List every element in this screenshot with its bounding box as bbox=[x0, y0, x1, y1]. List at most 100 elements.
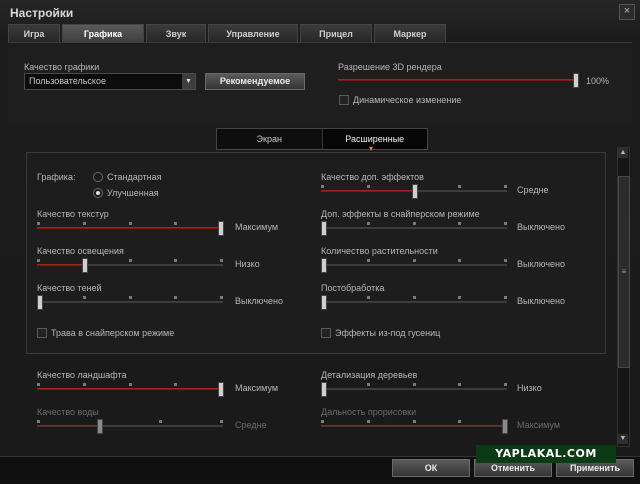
slider-handle[interactable] bbox=[97, 419, 103, 434]
scroll-up-icon[interactable]: ▲ bbox=[618, 148, 628, 158]
terrain-quality-value: Максимум bbox=[235, 383, 279, 393]
tab-sight[interactable]: Прицел bbox=[300, 24, 372, 43]
slider-tick bbox=[504, 222, 507, 225]
render-resolution-value: 100% bbox=[586, 76, 610, 86]
vegetation-amount-label: Количество растительности bbox=[321, 246, 438, 256]
shadow-quality-value: Выключено bbox=[235, 296, 283, 306]
slider-tick bbox=[458, 222, 461, 225]
slider-tick bbox=[458, 259, 461, 262]
recommended-button[interactable]: Рекомендуемое bbox=[205, 73, 305, 90]
lighting-quality-value: Низко bbox=[235, 259, 260, 269]
radio-standard[interactable] bbox=[93, 172, 103, 182]
lighting-quality-label: Качество освещения bbox=[37, 246, 124, 256]
tab-sound[interactable]: Звук bbox=[146, 24, 206, 43]
slider-tick bbox=[129, 259, 132, 262]
slider-tick bbox=[129, 296, 132, 299]
water-quality-label: Качество воды bbox=[37, 407, 99, 417]
slider-handle[interactable] bbox=[573, 73, 579, 88]
tree-detail-slider[interactable] bbox=[321, 382, 507, 397]
slider-tick bbox=[367, 259, 370, 262]
slider-handle[interactable] bbox=[321, 382, 327, 397]
vegetation-amount-slider[interactable] bbox=[321, 258, 507, 273]
slider-tick bbox=[413, 222, 416, 225]
slider-handle[interactable] bbox=[218, 382, 224, 397]
tree-detail-value: Низко bbox=[517, 383, 542, 393]
draw-distance-value: Максимум bbox=[517, 420, 561, 430]
close-button[interactable]: × bbox=[619, 4, 635, 20]
slider-tick bbox=[413, 259, 416, 262]
slider-handle[interactable] bbox=[412, 184, 418, 199]
radio-improved[interactable] bbox=[93, 188, 103, 198]
terrain-quality-label: Качество ландшафта bbox=[37, 370, 127, 380]
slider-tick bbox=[129, 383, 132, 386]
slider-tick bbox=[504, 259, 507, 262]
slider-tick bbox=[174, 259, 177, 262]
graphics-quality-label: Качество графики bbox=[24, 62, 100, 72]
slider-tick bbox=[174, 383, 177, 386]
slider-tick bbox=[83, 383, 86, 386]
terrain-quality-slider[interactable] bbox=[37, 382, 224, 397]
slider-handle[interactable] bbox=[37, 295, 43, 310]
slider-tick bbox=[367, 222, 370, 225]
slider-tick bbox=[458, 185, 461, 188]
subtab-screen[interactable]: Экран bbox=[217, 129, 322, 149]
graphics-quality-value: Пользовательское bbox=[29, 76, 106, 86]
postprocessing-slider[interactable] bbox=[321, 295, 507, 310]
slider-handle[interactable] bbox=[321, 295, 327, 310]
effects-quality-value: Средне bbox=[517, 185, 549, 195]
slider-tick bbox=[37, 383, 40, 386]
slider-handle[interactable] bbox=[502, 419, 508, 434]
slider-tick bbox=[413, 296, 416, 299]
sniper-effects-label: Доп. эффекты в снайперском режиме bbox=[321, 209, 480, 219]
dynamic-change-checkbox[interactable] bbox=[339, 95, 349, 105]
sniper-effects-slider[interactable] bbox=[321, 221, 507, 236]
slider-tick bbox=[458, 296, 461, 299]
slider-tick bbox=[413, 383, 416, 386]
slider-handle[interactable] bbox=[82, 258, 88, 273]
dynamic-change-label: Динамическое изменение bbox=[353, 95, 462, 105]
shadow-quality-label: Качество теней bbox=[37, 283, 102, 293]
scroll-down-icon[interactable]: ▼ bbox=[618, 434, 628, 444]
window-title: Настройки bbox=[10, 6, 74, 20]
tab-game[interactable]: Игра bbox=[8, 24, 60, 43]
slider-handle[interactable] bbox=[321, 221, 327, 236]
slider-tick bbox=[504, 185, 507, 188]
tab-graphics[interactable]: Графика bbox=[62, 24, 144, 43]
track-effects-checkbox[interactable] bbox=[321, 328, 331, 338]
tab-bar: Игра Графика Звук Управление Прицел Марк… bbox=[8, 24, 448, 43]
vegetation-amount-value: Выключено bbox=[517, 259, 565, 269]
tab-controls[interactable]: Управление bbox=[208, 24, 298, 43]
tab-marker[interactable]: Маркер bbox=[374, 24, 446, 43]
slider-tick bbox=[367, 185, 370, 188]
slider-tick bbox=[129, 222, 132, 225]
slider-tick bbox=[458, 420, 461, 423]
render-resolution-slider[interactable] bbox=[338, 73, 579, 88]
texture-quality-label: Качество текстур bbox=[37, 209, 109, 219]
ok-button[interactable]: ОК bbox=[392, 459, 470, 477]
slider-tick bbox=[367, 383, 370, 386]
texture-quality-slider[interactable] bbox=[37, 221, 224, 236]
draw-distance-slider[interactable] bbox=[321, 419, 508, 434]
slider-tick bbox=[220, 259, 223, 262]
chevron-down-icon: ▼ bbox=[182, 74, 195, 89]
scroll-thumb[interactable]: ≡ bbox=[618, 176, 630, 368]
lighting-quality-slider[interactable] bbox=[37, 258, 223, 273]
water-quality-slider[interactable] bbox=[37, 419, 223, 434]
effects-quality-slider[interactable] bbox=[321, 184, 507, 199]
effects-quality-label: Качество доп. эффектов bbox=[321, 172, 424, 182]
shadow-quality-slider[interactable] bbox=[37, 295, 223, 310]
slider-handle[interactable] bbox=[321, 258, 327, 273]
slider-tick bbox=[220, 296, 223, 299]
track-effects-label: Эффекты из-под гусениц bbox=[335, 328, 441, 338]
watermark: YAPLAKAL.COM bbox=[476, 445, 616, 463]
slider-tick bbox=[504, 383, 507, 386]
sniper-grass-checkbox[interactable] bbox=[37, 328, 47, 338]
slider-tick bbox=[159, 420, 162, 423]
graphics-quality-select[interactable]: Пользовательское ▼ bbox=[24, 73, 196, 90]
slider-tick bbox=[174, 222, 177, 225]
sniper-effects-value: Выключено bbox=[517, 222, 565, 232]
texture-quality-value: Максимум bbox=[235, 222, 279, 232]
postprocessing-value: Выключено bbox=[517, 296, 565, 306]
slider-handle[interactable] bbox=[218, 221, 224, 236]
slider-tick bbox=[321, 185, 324, 188]
